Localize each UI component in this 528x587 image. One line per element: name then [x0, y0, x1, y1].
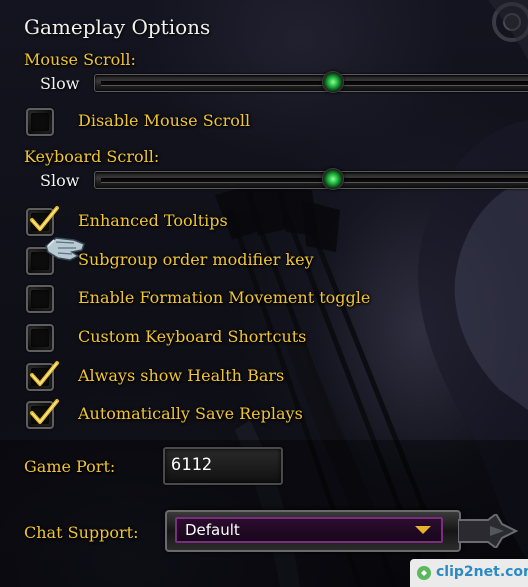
- checkmark-icon: [30, 361, 59, 386]
- checkbox-well: [31, 290, 49, 308]
- dropdown-ornament: [458, 514, 518, 548]
- checkmark-icon: [30, 206, 59, 231]
- keyboard-scroll-slider-groove: [101, 178, 528, 183]
- corner-ornament: [488, 0, 528, 60]
- chat-support-selected: Default: [185, 521, 240, 539]
- custom-shortcuts-label: Custom Keyboard Shortcuts: [78, 327, 307, 346]
- gauntlet-cursor-icon: [45, 237, 85, 261]
- mouse-scroll-slider[interactable]: [94, 71, 528, 93]
- clip2net-logo-icon: [417, 566, 431, 580]
- mouse-scroll-label: Mouse Scroll:: [24, 50, 136, 69]
- custom-shortcuts-checkbox[interactable]: [26, 324, 54, 352]
- checkmark-icon: [30, 399, 59, 424]
- chat-support-dropdown-frame: Default: [165, 510, 461, 552]
- chat-support-dropdown[interactable]: Default: [175, 517, 443, 543]
- mouse-scroll-value: Slow: [40, 74, 80, 93]
- mouse-scroll-slider-groove: [101, 81, 528, 86]
- option-custom-keyboard-shortcuts[interactable]: Custom Keyboard Shortcuts: [24, 321, 344, 353]
- health-bars-checkbox[interactable]: [26, 361, 59, 391]
- disable-mouse-scroll-option[interactable]: Disable Mouse Scroll: [24, 105, 324, 137]
- formation-movement-label: Enable Formation Movement toggle: [78, 288, 371, 307]
- formation-movement-checkbox[interactable]: [26, 285, 54, 313]
- option-formation-movement[interactable]: Enable Formation Movement toggle: [24, 282, 394, 314]
- checkbox-well: [31, 113, 49, 131]
- health-bars-label: Always show Health Bars: [78, 366, 285, 385]
- subgroup-order-label: Subgroup order modifier key: [78, 250, 314, 269]
- keyboard-scroll-value: Slow: [40, 171, 80, 190]
- watermark: clip2net.com: [410, 559, 528, 587]
- keyboard-scroll-label: Keyboard Scroll:: [24, 147, 160, 166]
- dialog-title: Gameplay Options: [24, 15, 211, 39]
- save-replays-label: Automatically Save Replays: [78, 404, 303, 423]
- checkbox-well: [31, 329, 49, 347]
- chat-support-label: Chat Support:: [24, 523, 139, 542]
- chevron-down-icon[interactable]: [415, 526, 431, 534]
- keyboard-scroll-slider-knob[interactable]: [322, 168, 344, 190]
- disable-mouse-scroll-label: Disable Mouse Scroll: [78, 111, 251, 130]
- gameplay-options-screen: Gameplay Options Mouse Scroll: Slow Disa…: [0, 0, 528, 587]
- save-replays-checkbox[interactable]: [26, 399, 59, 429]
- mouse-scroll-slider-knob[interactable]: [322, 71, 344, 93]
- watermark-text: clip2net.com: [436, 564, 528, 580]
- disable-mouse-scroll-checkbox[interactable]: [26, 108, 54, 136]
- game-port-frame: [163, 447, 283, 485]
- keyboard-scroll-slider[interactable]: [94, 168, 528, 190]
- option-health-bars[interactable]: Always show Health Bars: [24, 360, 324, 392]
- game-port-label: Game Port:: [24, 457, 116, 476]
- game-port-input[interactable]: [171, 454, 271, 476]
- option-save-replays[interactable]: Automatically Save Replays: [24, 398, 344, 430]
- enhanced-tooltips-label: Enhanced Tooltips: [78, 211, 228, 230]
